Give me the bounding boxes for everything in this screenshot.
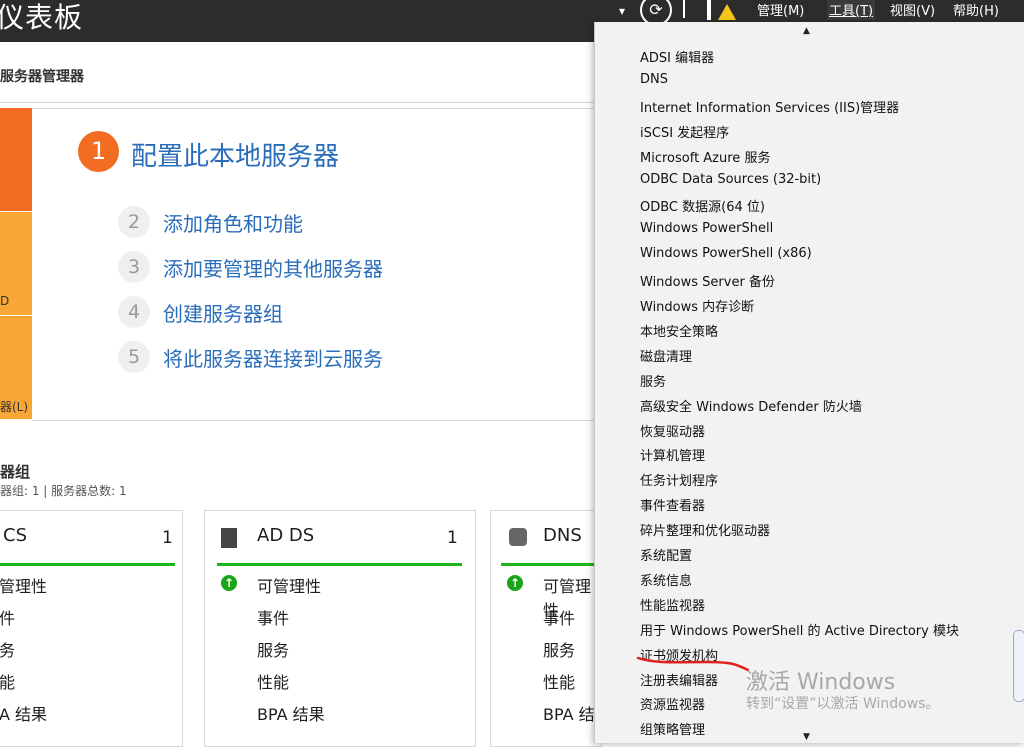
card-row[interactable]: 服务: [257, 637, 289, 661]
card-title[interactable]: CS: [3, 525, 27, 546]
step-number-badge: 5: [118, 341, 150, 373]
tools-menu-item[interactable]: Microsoft Azure 服务: [640, 147, 770, 166]
configure-local-server-link[interactable]: 配置此本地服务器: [131, 136, 339, 173]
status-ok-icon: ↑: [507, 575, 523, 591]
server-groups-title: 器组: [0, 463, 31, 481]
page-title: 仪表板: [0, 1, 84, 34]
sidebar-tab-label: 器(L): [0, 400, 29, 414]
create-server-group-link[interactable]: 创建服务器组: [163, 298, 283, 327]
server-groups-summary: 器组: 1 | 服务器总数: 1: [0, 484, 127, 498]
tools-menu-item[interactable]: 任务计划程序: [640, 470, 718, 489]
toolbar-divider: [683, 0, 685, 18]
status-ok-icon: ↑: [221, 575, 237, 591]
red-annotation-underline: [636, 656, 750, 672]
card-row[interactable]: 能: [0, 669, 15, 693]
status-bar: [501, 563, 601, 566]
tools-menu-item[interactable]: 高级安全 Windows Defender 防火墙: [640, 396, 862, 415]
server-role-icon: [221, 528, 237, 548]
card-row[interactable]: 件: [0, 605, 15, 629]
menu-tools[interactable]: 工具(T): [827, 0, 876, 20]
divider: [0, 102, 600, 103]
menu-manage[interactable]: 管理(M): [755, 0, 806, 20]
card-title[interactable]: DNS: [543, 525, 582, 546]
tools-menu-item[interactable]: 组策略管理: [640, 719, 705, 738]
tools-menu-item[interactable]: Windows 内存诊断: [640, 296, 754, 315]
tools-menu-item[interactable]: 系统配置: [640, 545, 692, 564]
tools-menu-item[interactable]: 系统信息: [640, 570, 692, 589]
menu-view[interactable]: 视图(V): [888, 0, 937, 20]
card-title[interactable]: AD DS: [257, 525, 314, 546]
tools-menu-item[interactable]: ODBC Data Sources (32-bit): [640, 172, 821, 187]
card-row[interactable]: BPA 结果: [257, 701, 325, 725]
quick-start-tab[interactable]: [0, 108, 32, 211]
tools-menu-item[interactable]: 性能监视器: [640, 595, 705, 614]
activation-watermark-subtitle: 转到“设置”以激活 Windows。: [746, 696, 940, 712]
add-roles-link[interactable]: 添加角色和功能: [163, 208, 303, 237]
menu-help[interactable]: 帮助(H): [951, 0, 1001, 20]
card-row[interactable]: BPA 结: [543, 701, 595, 725]
tools-menu-item[interactable]: ODBC 数据源(64 位): [640, 196, 765, 215]
server-card-dns[interactable]: DNS ↑ 可管理性 事件 服务 性能 BPA 结: [490, 510, 602, 747]
tools-menu-item[interactable]: iSCSI 发起程序: [640, 122, 729, 141]
card-row[interactable]: 性能: [543, 669, 575, 693]
step-number-badge: 4: [118, 296, 150, 328]
step-number-badge: 3: [118, 251, 150, 283]
server-card-cs[interactable]: CS 1 管理性 件 务 能 A 结果: [0, 510, 183, 747]
connect-cloud-link[interactable]: 将此服务器连接到云服务: [163, 343, 383, 372]
card-row[interactable]: 事件: [543, 605, 575, 629]
card-row[interactable]: 可管理性: [257, 573, 321, 597]
welcome-subtitle: 服务器管理器: [0, 69, 84, 85]
flag-icon[interactable]: [707, 0, 711, 20]
tools-menu-item[interactable]: 事件查看器: [640, 495, 705, 514]
tools-menu-item[interactable]: 计算机管理: [640, 445, 705, 464]
tools-menu-item[interactable]: 碎片整理和优化驱动器: [640, 520, 770, 539]
tools-menu-item[interactable]: 恢复驱动器: [640, 421, 705, 440]
card-row[interactable]: 事件: [257, 605, 289, 629]
tools-menu-item[interactable]: 服务: [640, 371, 666, 390]
server-card-adds[interactable]: AD DS 1 ↑ 可管理性 事件 服务 性能 BPA 结果: [204, 510, 476, 747]
step-number-badge: 1: [78, 131, 119, 172]
tools-menu-item[interactable]: DNS: [640, 72, 668, 87]
status-bar: [217, 563, 462, 566]
card-row[interactable]: 服务: [543, 637, 575, 661]
card-row[interactable]: A 结果: [0, 701, 47, 725]
tools-menu-item[interactable]: Windows PowerShell (x86): [640, 246, 812, 261]
card-row[interactable]: 管理性: [0, 573, 47, 597]
tools-menu-item[interactable]: 磁盘清理: [640, 346, 692, 365]
sidebar-tab-label: D: [0, 294, 10, 308]
card-row[interactable]: 务: [0, 637, 15, 661]
dns-server-icon: [509, 528, 527, 546]
step-number-badge: 2: [118, 206, 150, 238]
warning-icon[interactable]: [718, 4, 736, 20]
card-count: 1: [447, 528, 458, 548]
activation-watermark-title: 激活 Windows: [746, 670, 896, 695]
tools-menu-item[interactable]: Internet Information Services (IIS)管理器: [640, 97, 899, 116]
scroll-down-icon[interactable]: ▼: [803, 732, 810, 742]
tools-menu-item[interactable]: 本地安全策略: [640, 321, 718, 340]
card-count: 1: [162, 528, 173, 548]
tools-menu-item[interactable]: ADSI 编辑器: [640, 47, 714, 66]
tools-menu-item[interactable]: Windows Server 备份: [640, 271, 775, 290]
tools-dropdown-menu: ▲ ADSI 编辑器 DNS Internet Information Servic…: [594, 22, 1024, 743]
card-row[interactable]: 性能: [257, 669, 289, 693]
scrollbar-thumb[interactable]: [1013, 630, 1024, 702]
status-bar: [0, 563, 175, 566]
tools-menu-item[interactable]: 注册表编辑器: [640, 670, 718, 689]
tools-menu-item[interactable]: 资源监视器: [640, 694, 705, 713]
chevron-down-icon[interactable]: ▾: [619, 4, 625, 18]
tools-menu-item[interactable]: 用于 Windows PowerShell 的 Active Directory…: [640, 620, 959, 639]
scroll-up-icon[interactable]: ▲: [803, 26, 810, 36]
add-servers-link[interactable]: 添加要管理的其他服务器: [163, 253, 383, 282]
tools-menu-item[interactable]: Windows PowerShell: [640, 221, 773, 236]
